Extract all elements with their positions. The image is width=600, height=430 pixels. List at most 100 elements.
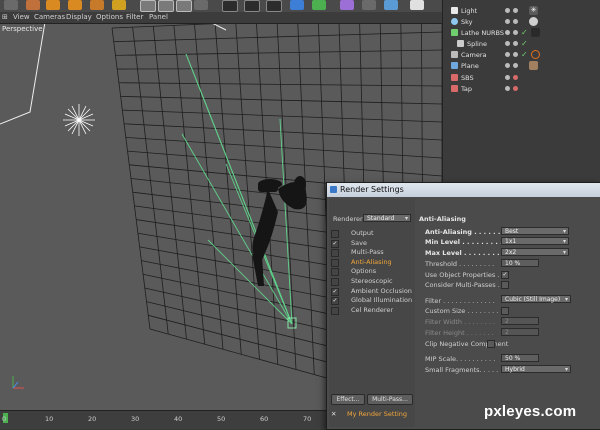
tool-icon-4[interactable] — [90, 0, 104, 10]
menu-filter[interactable]: Filter — [126, 13, 143, 21]
move-tool-icon[interactable] — [26, 0, 40, 10]
toolbar-button-1[interactable] — [4, 0, 18, 10]
nurbs-icon[interactable] — [312, 0, 326, 10]
filter-width-field[interactable]: 2 — [501, 317, 539, 325]
coord-icon[interactable] — [194, 0, 208, 10]
nav-checkbox[interactable]: ✓ — [331, 239, 339, 248]
check-tag-icon[interactable]: ✓ — [521, 39, 530, 48]
visibility-dot[interactable] — [505, 63, 510, 68]
filter-height-field[interactable]: 2 — [501, 328, 539, 336]
protection-tag-icon[interactable] — [531, 50, 540, 59]
nav-item-ambient-occlusion[interactable]: Ambient Occlusion — [351, 287, 412, 295]
render-setting-name[interactable]: My Render Setting — [347, 410, 407, 418]
nav-item-multi-pass[interactable]: Multi-Pass — [351, 248, 384, 256]
visibility-dot[interactable] — [505, 86, 510, 91]
nav-checkbox[interactable] — [331, 230, 339, 238]
visibility-dot[interactable] — [505, 30, 510, 35]
render-dot[interactable] — [513, 30, 518, 35]
effect-button[interactable]: Effect... — [331, 394, 365, 405]
visibility-dot[interactable] — [505, 75, 510, 80]
use-object-properties-checkbox[interactable]: ✓ — [501, 271, 509, 279]
render-dot[interactable] — [513, 19, 518, 24]
object-row-plane[interactable]: Plane — [443, 61, 600, 71]
nav-item-stereoscopic[interactable]: Stereoscopic — [351, 277, 393, 285]
timeline-tick: 40 — [174, 415, 183, 423]
anti-aliasing-dropdown[interactable]: Best — [501, 227, 569, 235]
light-icon[interactable] — [410, 0, 424, 10]
material-tag-icon[interactable] — [531, 28, 540, 37]
visibility-dot[interactable] — [505, 19, 510, 24]
render-dot[interactable] — [513, 86, 518, 91]
object-row-spline[interactable]: Spline ✓ — [443, 39, 600, 49]
object-row-sbs[interactable]: SBS — [443, 73, 600, 83]
object-row-light[interactable]: Light ✳ — [443, 6, 600, 16]
nav-item-output[interactable]: Output — [351, 229, 374, 237]
menu-view[interactable]: View — [13, 13, 30, 21]
render-picture-icon[interactable] — [244, 0, 260, 12]
max-level-dropdown[interactable]: 2x2 — [501, 248, 569, 256]
nav-checkbox[interactable] — [331, 306, 339, 315]
object-name: Sky — [461, 18, 473, 26]
axis-x-icon[interactable] — [140, 0, 156, 12]
nav-item-cel-renderer[interactable]: Cel Renderer — [351, 306, 393, 314]
consider-multipasses-checkbox[interactable] — [501, 281, 509, 289]
render-dot[interactable] — [513, 8, 518, 13]
render-settings-icon[interactable] — [266, 0, 282, 12]
menu-panel[interactable]: Panel — [149, 13, 168, 21]
nav-item-anti-aliasing[interactable]: Anti-Aliasing — [351, 258, 392, 266]
render-view-icon[interactable] — [222, 0, 238, 12]
nav-checkbox[interactable]: ✓ — [331, 287, 339, 296]
render-dot[interactable] — [513, 52, 518, 57]
custom-size-checkbox[interactable] — [501, 307, 509, 315]
menu-cameras[interactable]: Cameras — [34, 13, 65, 21]
threshold-field[interactable]: 10 % — [501, 259, 539, 267]
renderer-dropdown[interactable]: Standard — [363, 214, 411, 222]
nav-item-global-illumination[interactable]: Global Illumination — [351, 296, 412, 304]
rotate-tool-icon[interactable] — [46, 0, 60, 10]
spline-icon[interactable] — [362, 0, 376, 10]
nav-checkbox[interactable] — [331, 258, 339, 267]
object-row-camera[interactable]: Camera ✓ — [443, 50, 600, 60]
scene-icon[interactable] — [384, 0, 398, 10]
axis-y-icon[interactable] — [158, 0, 174, 12]
render-dot[interactable] — [513, 41, 518, 46]
nav-item-save[interactable]: Save — [351, 239, 367, 247]
nav-item-options[interactable]: Options — [351, 267, 376, 275]
object-row-lathe-nurbs[interactable]: Lathe NURBS ✓ — [443, 28, 600, 38]
close-setting-icon[interactable]: ✕ — [331, 410, 336, 418]
visibility-dot[interactable] — [505, 8, 510, 13]
check-tag-icon[interactable]: ✓ — [521, 28, 530, 37]
visibility-dot[interactable] — [505, 52, 510, 57]
object-name: Light — [461, 7, 478, 15]
nav-checkbox[interactable] — [331, 268, 339, 277]
multi-pass-button[interactable]: Multi-Pass... — [367, 394, 413, 405]
axis-z-icon[interactable] — [176, 0, 192, 12]
render-dot[interactable] — [513, 75, 518, 80]
nav-checkbox[interactable] — [331, 249, 339, 258]
sphere-tag-icon[interactable] — [529, 17, 538, 26]
nav-checkbox[interactable]: ✓ — [331, 297, 339, 306]
menu-options[interactable]: Options — [96, 13, 123, 21]
texture-tag-icon[interactable] — [529, 61, 538, 70]
clip-negative-checkbox[interactable] — [487, 340, 495, 348]
menu-display[interactable]: Display — [66, 13, 92, 21]
mip-scale-field[interactable]: 50 % — [501, 354, 539, 362]
deformer-icon[interactable] — [340, 0, 354, 10]
viewport-menu-icons[interactable]: ⊞ — [2, 13, 8, 21]
render-settings-titlebar[interactable]: Render Settings — [327, 183, 600, 197]
small-fragments-dropdown[interactable]: Hybrid — [501, 365, 571, 373]
render-dot[interactable] — [513, 63, 518, 68]
visibility-dot[interactable] — [505, 41, 510, 46]
object-row-tap[interactable]: Tap — [443, 84, 600, 94]
cube-icon[interactable] — [290, 0, 304, 10]
scale-tool-icon[interactable] — [68, 0, 82, 10]
check-tag-icon[interactable]: ✓ — [521, 50, 530, 59]
nav-checkbox[interactable] — [331, 278, 339, 286]
timeline-tick: 30 — [131, 415, 140, 423]
object-row-sky[interactable]: Sky — [443, 17, 600, 27]
object-name: Camera — [461, 51, 487, 59]
filter-dropdown[interactable]: Cubic (Still Image) — [501, 295, 571, 303]
min-level-dropdown[interactable]: 1x1 — [501, 237, 569, 245]
star-tag-icon[interactable]: ✳ — [529, 6, 538, 15]
add-icon[interactable] — [112, 0, 126, 10]
